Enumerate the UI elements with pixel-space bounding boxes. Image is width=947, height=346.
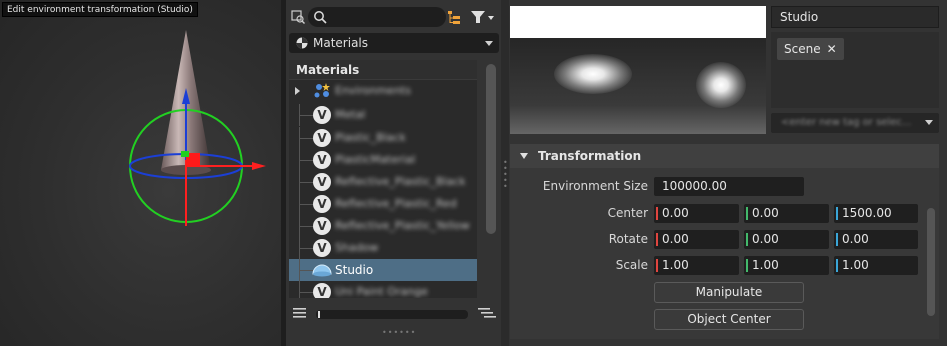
material-v-icon: V [313,283,331,298]
slider-handle[interactable] [318,311,320,318]
environment-name-input[interactable]: Studio [771,6,939,28]
tree-item-label: Metal [335,108,366,121]
tree-item-label: Plastic_Black [335,131,406,144]
tree-item-label: Shadow [335,241,379,254]
tree-item-material[interactable]: V Shadow [289,237,477,259]
tree-item-material[interactable]: V Reflective_Plastic_Yellow [289,215,477,237]
close-icon[interactable]: ✕ [827,42,837,56]
splitter-right[interactable]: • • • • • [501,0,509,346]
tree-item-label: Environments [335,84,411,97]
object-center-button[interactable]: Object Center [654,309,804,330]
chevron-down-icon [485,41,493,46]
chevron-down-icon[interactable] [925,120,933,125]
material-v-icon: V [313,106,331,124]
tree-item-material[interactable]: V Reflective_Plastic_Red [289,193,477,215]
tree-item-material[interactable]: V Plastic_Black [289,127,477,149]
hierarchy-icon[interactable] [446,9,462,25]
scale-x-input[interactable]: 1.00 [654,256,739,275]
tree-item-label: Uni Paint Orange [335,285,428,298]
tree-view-icon[interactable] [478,307,496,319]
tree-item-studio-selected[interactable]: Studio [289,259,477,281]
tree-header: Materials [289,60,477,80]
scale-label: Scale [615,258,648,272]
resize-grip[interactable]: • • • • • [503,159,508,191]
tree-item-material[interactable]: V Reflective_Plastic_Black [289,171,477,193]
material-tree: Materials Environments V Metal V Plastic… [289,60,477,298]
material-v-icon: V [313,239,331,257]
scale-y-input[interactable]: 1.00 [744,256,829,275]
material-v-icon: V [313,151,331,169]
material-v-icon: V [313,217,331,235]
material-ball-icon [296,37,308,49]
tree-item-label: PlasticMaterial [335,153,416,166]
filter-icon[interactable] [469,9,497,25]
tag-chip: Scene ✕ [777,38,844,60]
manipulate-button[interactable]: Manipulate [654,282,804,303]
tag-label: Scene [784,42,821,56]
viewport[interactable]: Edit environment transformation (Studio) [0,0,281,346]
transformation-section: Transformation Environment Size 100000.0… [510,144,939,339]
center-label: Center [607,206,648,220]
tooltip: Edit environment transformation (Studio) [2,2,198,17]
scale-z-input[interactable]: 1.00 [834,256,918,275]
tree-item-material[interactable]: V Metal [289,104,477,126]
environment-properties-panel: Studio Scene ✕ <enter new tag or selec...… [509,0,947,346]
environment-dome-icon [312,264,332,277]
expand-arrow-icon[interactable] [295,87,300,95]
material-tree-panel: Materials Materials Environments V Metal… [286,0,501,346]
list-view-icon[interactable] [293,307,307,319]
environments-icon [314,83,330,98]
tag-input-placeholder: <enter new tag or selec... [781,117,912,128]
tree-item-environments[interactable]: Environments [289,80,477,102]
app-window: Edit environment transformation (Studio)… [0,0,947,346]
center-x-input[interactable]: 0.00 [654,204,739,223]
search-icon [314,11,327,24]
collapse-arrow-icon[interactable] [520,153,528,159]
scene-search-icon[interactable] [290,9,306,25]
rotate-x-input[interactable]: 0.00 [654,230,739,249]
tags-area: Scene ✕ [771,32,939,108]
tree-scrollbar[interactable] [486,64,496,234]
rotate-z-input[interactable]: 0.00 [834,230,918,249]
environment-size-label: Environment Size [542,179,648,193]
environment-size-input[interactable]: 100000.00 [654,177,804,196]
tag-input[interactable]: <enter new tag or selec... [771,113,939,133]
search-input[interactable] [308,7,446,27]
rotate-y-input[interactable]: 0.00 [744,230,829,249]
section-header[interactable]: Transformation [510,144,939,168]
tree-item-label: Studio [335,263,374,277]
zoom-slider[interactable] [316,310,468,319]
material-type-select[interactable]: Materials [289,33,499,53]
section-title: Transformation [538,149,642,163]
tree-item-label: Reflective_Plastic_Yellow [335,219,470,232]
tree-item-material[interactable]: V Uni Paint Orange [289,281,477,298]
material-v-icon: V [313,195,331,213]
tree-bottom-toolbar [286,302,501,326]
environment-preview [510,6,766,134]
rotate-label: Rotate [608,232,648,246]
tree-item-material[interactable]: V PlasticMaterial [289,149,477,171]
center-y-input[interactable]: 0.00 [744,204,829,223]
material-type-value: Materials [313,36,369,50]
material-v-icon: V [313,129,331,147]
resize-grip[interactable]: •••••• [382,328,416,337]
tree-item-label: Reflective_Plastic_Black [335,175,466,188]
properties-scrollbar[interactable] [927,208,935,316]
transform-gizmo[interactable] [0,0,281,346]
center-z-input[interactable]: 1500.00 [834,204,918,223]
tree-item-label: Reflective_Plastic_Red [335,197,457,210]
material-v-icon: V [313,173,331,191]
